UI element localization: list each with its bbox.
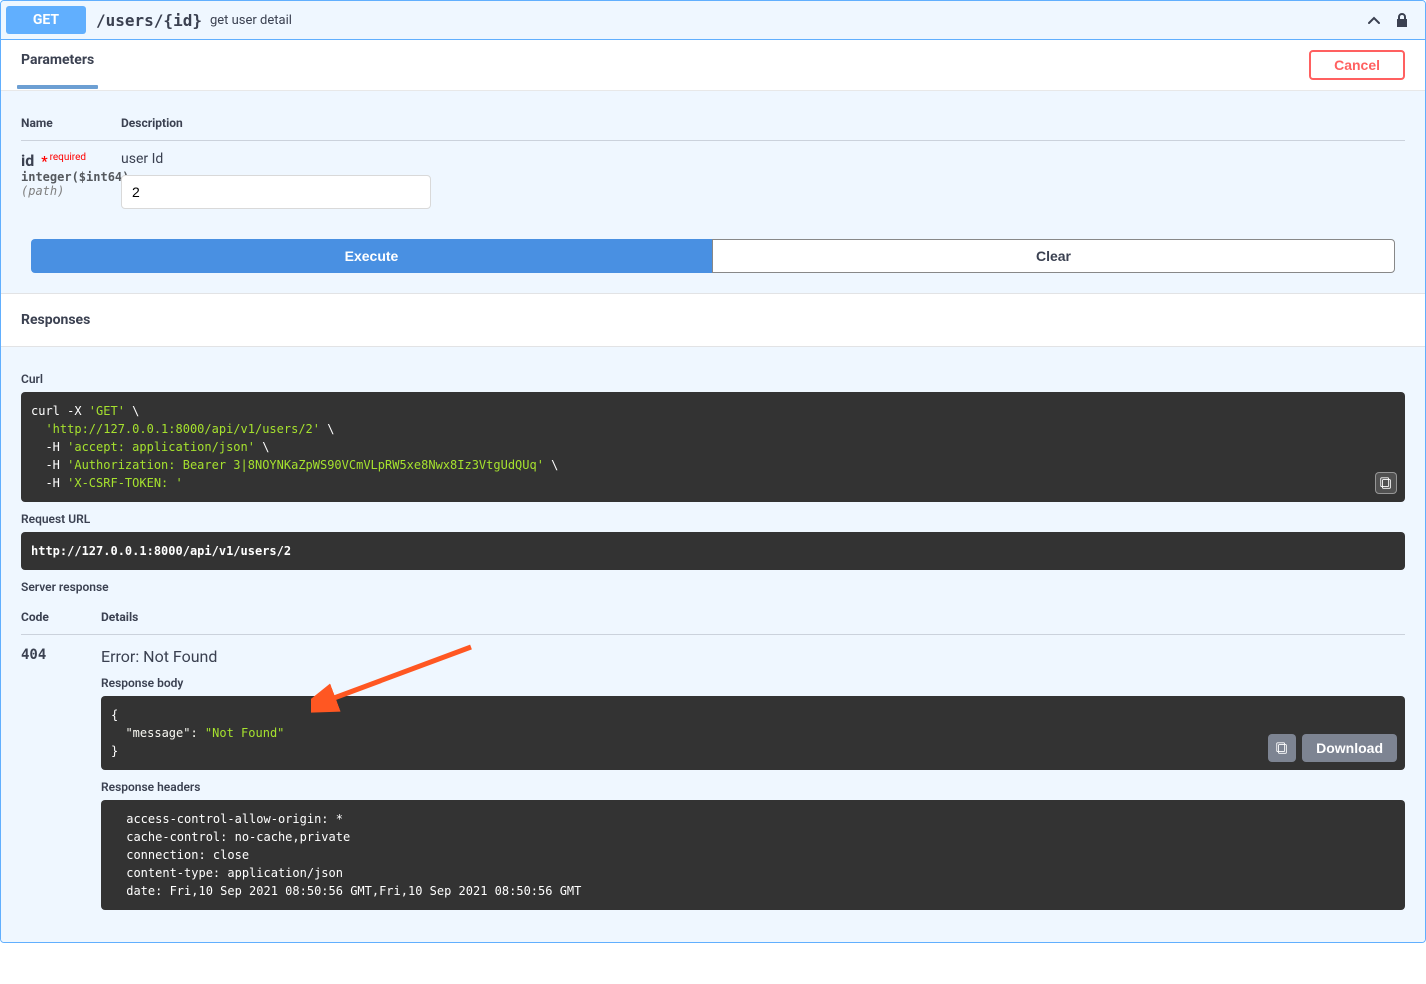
operation-header[interactable]: GET /users/{id} get user detail bbox=[1, 1, 1425, 40]
endpoint-path: /users/{id} bbox=[96, 11, 202, 30]
param-id-input[interactable] bbox=[121, 175, 431, 209]
endpoint-summary: get user detail bbox=[210, 13, 292, 28]
parameters-body: Name Description id *required integer($i… bbox=[1, 91, 1425, 293]
curl-block: curl -X 'GET' \ 'http://127.0.0.1:8000/a… bbox=[21, 392, 1405, 502]
server-response-label: Server response bbox=[21, 580, 1405, 594]
required-label: required bbox=[48, 152, 86, 163]
parameters-tab[interactable]: Parameters bbox=[21, 52, 94, 78]
parameters-section-bar: Parameters Cancel bbox=[1, 40, 1425, 91]
curl-label: Curl bbox=[21, 372, 1405, 386]
request-url-label: Request URL bbox=[21, 512, 1405, 526]
request-url-block: http://127.0.0.1:8000/api/v1/users/2 bbox=[21, 532, 1405, 570]
response-headers-label: Response headers bbox=[101, 780, 1405, 794]
param-name: id bbox=[21, 151, 34, 170]
copy-curl-button[interactable] bbox=[1375, 472, 1397, 494]
status-code: 404 bbox=[21, 647, 101, 663]
param-in: (path) bbox=[21, 184, 121, 198]
response-body-block: { "message": "Not Found" }Download bbox=[101, 696, 1405, 770]
responses-title: Responses bbox=[21, 312, 90, 328]
chevron-up-icon[interactable] bbox=[1364, 10, 1384, 30]
http-method-badge: GET bbox=[6, 6, 86, 34]
param-row: id *required integer($int64) (path) user… bbox=[21, 141, 1405, 219]
clear-button[interactable]: Clear bbox=[712, 239, 1395, 273]
download-button[interactable]: Download bbox=[1302, 734, 1397, 762]
lock-icon[interactable] bbox=[1394, 12, 1410, 28]
header-details: Details bbox=[101, 610, 1405, 624]
header-code: Code bbox=[21, 610, 101, 624]
responses-section-bar: Responses bbox=[1, 293, 1425, 347]
cancel-button[interactable]: Cancel bbox=[1309, 50, 1405, 80]
error-title: Error: Not Found bbox=[101, 647, 1405, 666]
responses-body: Curl curl -X 'GET' \ 'http://127.0.0.1:8… bbox=[1, 347, 1425, 942]
operation-block: GET /users/{id} get user detail Paramete… bbox=[0, 0, 1426, 943]
copy-body-button[interactable] bbox=[1268, 734, 1296, 762]
param-description: user Id bbox=[121, 151, 1405, 167]
execute-button[interactable]: Execute bbox=[31, 239, 712, 273]
response-body-label: Response body bbox=[101, 676, 1405, 690]
required-star-icon: * bbox=[38, 154, 48, 170]
response-headers-block: access-control-allow-origin: * cache-con… bbox=[101, 800, 1405, 910]
response-row: 404 Error: Not Found Response body { "me… bbox=[21, 635, 1405, 922]
param-header-description: Description bbox=[121, 116, 1405, 130]
param-type: integer($int64) bbox=[21, 170, 121, 184]
param-header-name: Name bbox=[21, 116, 121, 130]
